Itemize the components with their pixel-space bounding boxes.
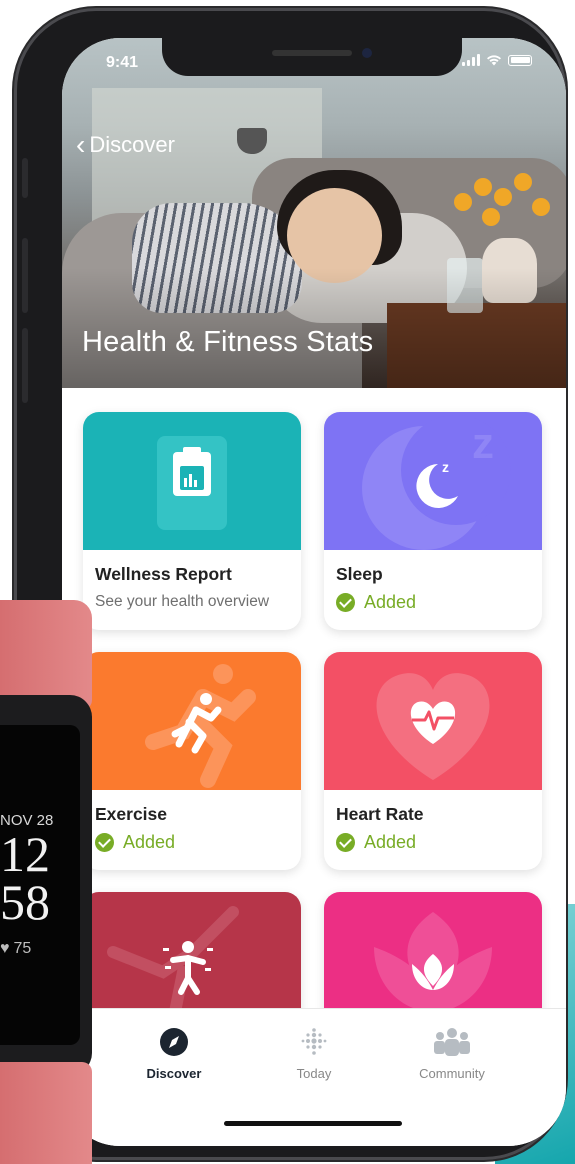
phone-screen: 9:41 ‹ Discover Health & Fitness Stats W…	[62, 38, 566, 1146]
moon-zz-icon: z z	[362, 415, 511, 550]
phone-frame: 9:41 ‹ Discover Health & Fitness Stats W…	[14, 8, 566, 1160]
home-indicator[interactable]	[224, 1121, 402, 1126]
watch-heart-rate: ♥ 75	[0, 940, 32, 957]
status-bar: 9:41	[62, 48, 566, 78]
checkmark-icon	[336, 593, 355, 612]
checkmark-icon	[336, 833, 355, 852]
added-status: Added	[336, 592, 416, 613]
svg-text:z: z	[442, 459, 449, 475]
card-title: Sleep	[336, 564, 383, 584]
tab-today[interactable]: Today	[254, 1027, 374, 1081]
battery-icon	[508, 54, 532, 66]
compass-icon	[160, 1028, 188, 1056]
card-heart-rate[interactable]: Heart Rate Added	[324, 652, 542, 870]
chevron-left-icon: ‹	[76, 129, 86, 160]
added-status: Added	[336, 832, 416, 853]
tab-community[interactable]: Community	[392, 1027, 512, 1081]
svg-text:z: z	[472, 419, 494, 468]
tab-discover[interactable]: Discover	[114, 1027, 234, 1081]
watch-band-top	[0, 600, 92, 710]
fitbit-watch: NOV 28 12 58 ♥ 75	[0, 600, 92, 1164]
back-button[interactable]: ‹ Discover	[76, 129, 175, 160]
running-person-icon	[145, 664, 256, 788]
heart-pulse-icon	[376, 673, 490, 780]
watch-hour: 12	[0, 826, 50, 882]
card-subtitle: See your health overview	[95, 593, 270, 610]
card-title: Heart Rate	[336, 804, 424, 824]
silent-switch	[22, 158, 28, 198]
card-title: Wellness Report	[95, 564, 232, 584]
volume-up-button	[22, 238, 28, 313]
volume-down-button	[22, 328, 28, 403]
tab-bar: Discover Today Community	[62, 1008, 566, 1146]
added-status: Added	[95, 832, 175, 853]
watch-minute: 58	[0, 874, 50, 930]
watch-band-bottom	[0, 1062, 92, 1164]
wifi-icon	[487, 55, 501, 66]
card-wellness-report[interactable]: Wellness Report See your health overview	[83, 412, 301, 630]
status-time: 9:41	[106, 54, 139, 71]
people-icon	[434, 1028, 470, 1056]
card-exercise[interactable]: Exercise Added	[83, 652, 301, 870]
page-title: Health & Fitness Stats	[82, 326, 374, 358]
tab-label: Discover	[146, 1066, 202, 1081]
back-label: Discover	[89, 132, 175, 157]
card-sleep[interactable]: z z Sleep Added	[324, 412, 542, 630]
cellular-signal-icon	[462, 54, 480, 66]
checkmark-icon	[95, 833, 114, 852]
card-title: Exercise	[95, 804, 168, 824]
clipboard-chart-icon	[157, 436, 227, 530]
dots-logo-icon	[301, 1028, 327, 1055]
heart-icon: ♥	[0, 940, 10, 957]
tab-label: Today	[296, 1066, 332, 1081]
tab-label: Community	[419, 1066, 485, 1081]
